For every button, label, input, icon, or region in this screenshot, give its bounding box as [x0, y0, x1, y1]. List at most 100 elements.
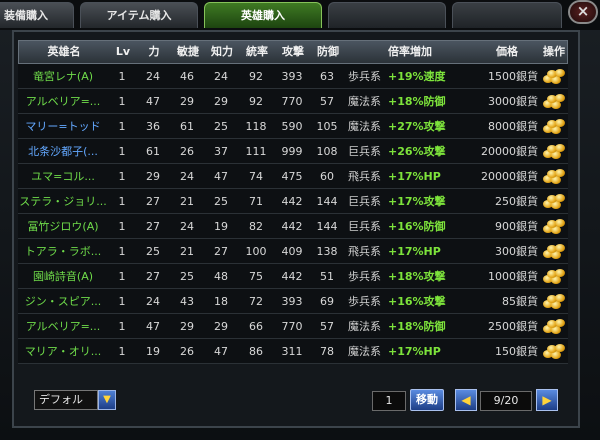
- cell-intelligence: 18: [214, 295, 228, 308]
- buy-coins-icon[interactable]: [543, 67, 565, 85]
- table-row[interactable]: ジン・スピア... 1 24 43 18 72 393 69 歩兵系 +16%攻撃 85銀貨: [18, 289, 568, 314]
- next-page-button[interactable]: ▶: [536, 389, 558, 411]
- cell-defense: 69: [320, 295, 334, 308]
- col-bonus[interactable]: 倍率増加: [345, 41, 475, 63]
- table-header: 英雄名 Lv 力 敏捷 知力 統率 攻撃 防御 倍率増加 価格 操作: [18, 40, 568, 64]
- table-row[interactable]: ユマ=コル... 1 29 24 47 74 475 60 飛兵系 +17%HP 20000銀貨: [18, 164, 568, 189]
- col-level[interactable]: Lv: [109, 41, 137, 63]
- cell-strength: 36: [146, 120, 160, 133]
- cell-strength: 24: [146, 70, 160, 83]
- cell-strength: 24: [146, 295, 160, 308]
- cell-bonus-type: 歩兵系: [348, 270, 381, 283]
- close-button[interactable]: ×: [568, 0, 598, 24]
- cell-hero-name[interactable]: マリア・オリ...: [18, 339, 108, 364]
- cell-agility: 24: [180, 170, 194, 183]
- buy-coins-icon[interactable]: [543, 167, 565, 185]
- prev-page-button[interactable]: ◀: [455, 389, 477, 411]
- col-agility[interactable]: 敏捷: [171, 41, 205, 63]
- buy-coins-icon[interactable]: [543, 217, 565, 235]
- cell-leadership: 74: [249, 170, 263, 183]
- cell-hero-name[interactable]: トアラ・ラボ...: [18, 239, 108, 264]
- cell-level: 1: [118, 170, 126, 183]
- table-row[interactable]: アルベリア=... 1 47 29 29 66 770 57 魔法系 +18%防御 2500銀貨: [18, 314, 568, 339]
- buy-coins-icon[interactable]: [543, 192, 565, 210]
- table-row[interactable]: 竜宮レナ(A) 1 24 46 24 92 393 63 歩兵系 +19%速度 1500銀貨: [18, 64, 568, 89]
- table-row[interactable]: 園崎詩音(A) 1 27 25 48 75 442 51 歩兵系 +18%攻撃 1000銀貨: [18, 264, 568, 289]
- cell-defense: 57: [320, 320, 334, 333]
- tab-heroes[interactable]: 英雄購入: [204, 2, 322, 28]
- cell-bonus-value: +18%攻撃: [388, 270, 446, 283]
- cell-agility: 26: [180, 345, 194, 358]
- cell-defense: 60: [320, 170, 334, 183]
- buy-coins-icon[interactable]: [543, 292, 565, 310]
- go-button[interactable]: 移動: [410, 389, 444, 411]
- cell-defense: 144: [316, 195, 338, 208]
- col-strength[interactable]: 力: [137, 41, 171, 63]
- table-row[interactable]: トアラ・ラボ... 1 25 21 27 100 409 138 飛兵系 +17%HP 300銀貨: [18, 239, 568, 264]
- cell-hero-name[interactable]: 北条沙都子(...: [18, 139, 108, 164]
- table-row[interactable]: ステラ・ジョリ... 1 27 21 25 71 442 144 巨兵系 +17%攻撃 250銀貨: [18, 189, 568, 214]
- buy-coins-icon[interactable]: [543, 92, 565, 110]
- buy-coins-icon[interactable]: [543, 267, 565, 285]
- cell-leadership: 111: [245, 145, 267, 158]
- cell-agility: 26: [180, 145, 194, 158]
- cell-strength: 19: [146, 345, 160, 358]
- cell-level: 1: [118, 95, 126, 108]
- cell-defense: 78: [320, 345, 334, 358]
- col-defense[interactable]: 防御: [311, 41, 345, 63]
- col-intelligence[interactable]: 知力: [205, 41, 239, 63]
- buy-coins-icon[interactable]: [543, 117, 565, 135]
- tab-items[interactable]: アイテム購入: [80, 2, 198, 28]
- cell-leadership: 100: [245, 245, 267, 258]
- col-hero-name[interactable]: 英雄名: [19, 41, 109, 63]
- cell-bonus-value: +27%攻撃: [388, 120, 446, 133]
- tab-empty-1[interactable]: [328, 2, 446, 28]
- tab-empty-2[interactable]: [452, 2, 562, 28]
- cell-hero-name[interactable]: ステラ・ジョリ...: [18, 189, 108, 214]
- page-number-input[interactable]: 1: [372, 391, 406, 411]
- table-row[interactable]: マリー=トッド 1 36 61 25 118 590 105 魔法系 +27%攻撃 8000銀貨: [18, 114, 568, 139]
- tab-equipment[interactable]: 装備購入: [0, 2, 74, 28]
- cell-defense: 138: [316, 245, 338, 258]
- col-leadership[interactable]: 統率: [239, 41, 275, 63]
- cell-agility: 25: [180, 270, 194, 283]
- cell-bonus-value: +18%防御: [388, 95, 446, 108]
- cell-price: 300銀貨: [495, 245, 538, 258]
- cell-leadership: 118: [245, 120, 267, 133]
- table-row[interactable]: 冨竹ジロウ(A) 1 27 24 19 82 442 144 巨兵系 +16%防御 900銀貨: [18, 214, 568, 239]
- col-action: 操作: [543, 45, 565, 58]
- table-row[interactable]: マリア・オリ... 1 19 26 47 86 311 78 魔法系 +17%HP 150銀貨: [18, 339, 568, 364]
- buy-coins-icon[interactable]: [543, 317, 565, 335]
- cell-hero-name[interactable]: 冨竹ジロウ(A): [18, 214, 108, 239]
- cell-price: 3000銀貨: [488, 95, 538, 108]
- cell-hero-name[interactable]: マリー=トッド: [18, 114, 108, 139]
- cell-level: 1: [118, 245, 126, 258]
- tab-bar: 装備購入 アイテム購入 英雄購入 ×: [0, 0, 600, 30]
- cell-price: 2500銀貨: [488, 320, 538, 333]
- cell-attack: 393: [281, 295, 303, 308]
- buy-coins-icon[interactable]: [543, 142, 565, 160]
- cell-hero-name[interactable]: 竜宮レナ(A): [18, 64, 108, 89]
- cell-intelligence: 25: [214, 120, 228, 133]
- cell-hero-name[interactable]: アルベリア=...: [18, 314, 108, 339]
- cell-defense: 105: [316, 120, 338, 133]
- cell-bonus-value: +17%HP: [388, 170, 441, 183]
- cell-hero-name[interactable]: 園崎詩音(A): [18, 264, 108, 289]
- table-row[interactable]: アルベリア=... 1 47 29 29 92 770 57 魔法系 +18%防御 3000銀貨: [18, 89, 568, 114]
- buy-coins-icon[interactable]: [543, 242, 565, 260]
- cell-agility: 29: [180, 320, 194, 333]
- table-row[interactable]: 北条沙都子(... 1 61 26 37 111 999 108 巨兵系 +26%攻撃 20000銀…: [18, 139, 568, 164]
- cell-hero-name[interactable]: ユマ=コル...: [18, 164, 108, 189]
- cell-hero-name[interactable]: アルベリア=...: [18, 89, 108, 114]
- col-price[interactable]: 価格: [475, 41, 539, 63]
- cell-price: 20000銀貨: [481, 145, 538, 158]
- buy-coins-icon[interactable]: [543, 342, 565, 360]
- cell-strength: 61: [146, 145, 160, 158]
- sort-dropdown-button[interactable]: ▼: [98, 390, 116, 410]
- cell-hero-name[interactable]: ジン・スピア...: [18, 289, 108, 314]
- col-attack[interactable]: 攻撃: [275, 41, 311, 63]
- cell-attack: 770: [281, 95, 303, 108]
- sort-select[interactable]: デフォル: [34, 390, 98, 410]
- cell-price: 1500銀貨: [488, 70, 538, 83]
- cell-leadership: 71: [249, 195, 263, 208]
